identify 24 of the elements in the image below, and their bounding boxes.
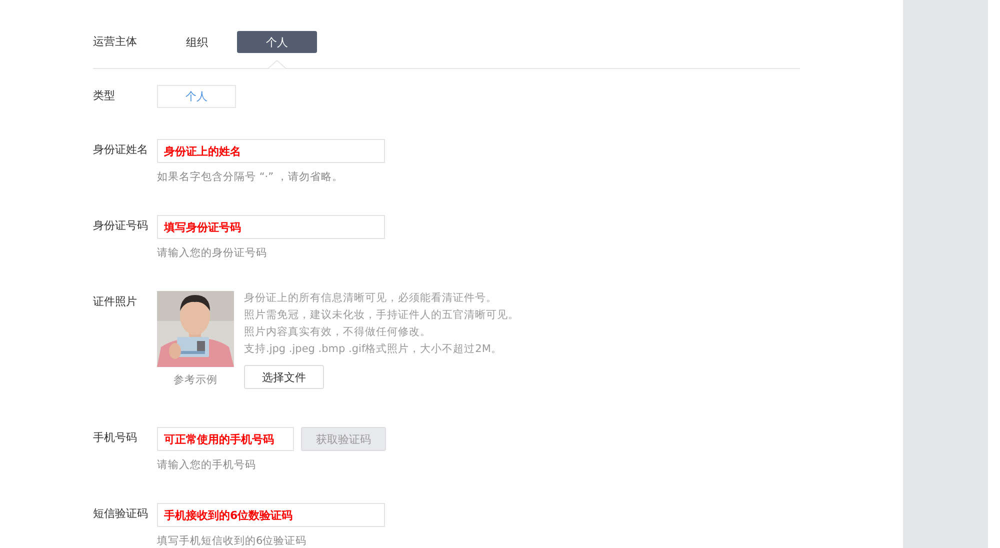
photo-requirement: 照片内容真实有效，不得做任何修改。 bbox=[244, 325, 432, 340]
tab[interactable]: 组织 bbox=[157, 31, 237, 53]
hint-text: 请输入您的身份证号码 bbox=[157, 246, 268, 260]
field-label: 证件照片 bbox=[93, 294, 138, 310]
input-field[interactable]: 填写身份证号码 bbox=[157, 215, 385, 239]
input-field[interactable]: 可正常使用的手机号码 bbox=[157, 427, 294, 451]
hint-text: 如果名字包含分隔号 “·” ，请勿省略。 bbox=[157, 170, 344, 184]
field-label: 短信验证码 bbox=[93, 506, 149, 522]
hint-text: 请输入您的手机号码 bbox=[157, 458, 257, 472]
example-caption: 参考示例 bbox=[174, 373, 218, 387]
tab[interactable]: 个人 bbox=[237, 31, 317, 53]
photo-requirement: 照片需免冠，建议未化妆，手持证件人的五官清晰可见。 bbox=[244, 308, 519, 323]
input-field[interactable]: 手机接收到的6位数验证码 bbox=[157, 503, 385, 527]
field-label: 手机号码 bbox=[93, 430, 138, 446]
field-label: 身份证号码 bbox=[93, 218, 149, 234]
input-field[interactable]: 身份证上的姓名 bbox=[157, 139, 385, 163]
field-label: 身份证姓名 bbox=[93, 142, 149, 158]
field-label: 运营主体 bbox=[93, 34, 138, 50]
hint-text: 填写手机短信收到的6位验证码 bbox=[157, 534, 308, 548]
field-label: 类型 bbox=[93, 88, 116, 104]
choose-file-button[interactable]: 选择文件 bbox=[244, 365, 324, 389]
type-option[interactable]: 个人 bbox=[157, 85, 236, 108]
photo-requirement: 身份证上的所有信息清晰可见，必须能看清证件号。 bbox=[244, 291, 498, 306]
photo-requirement: 支持.jpg .jpeg .bmp .gif格式照片，大小不超过2M。 bbox=[244, 342, 503, 357]
